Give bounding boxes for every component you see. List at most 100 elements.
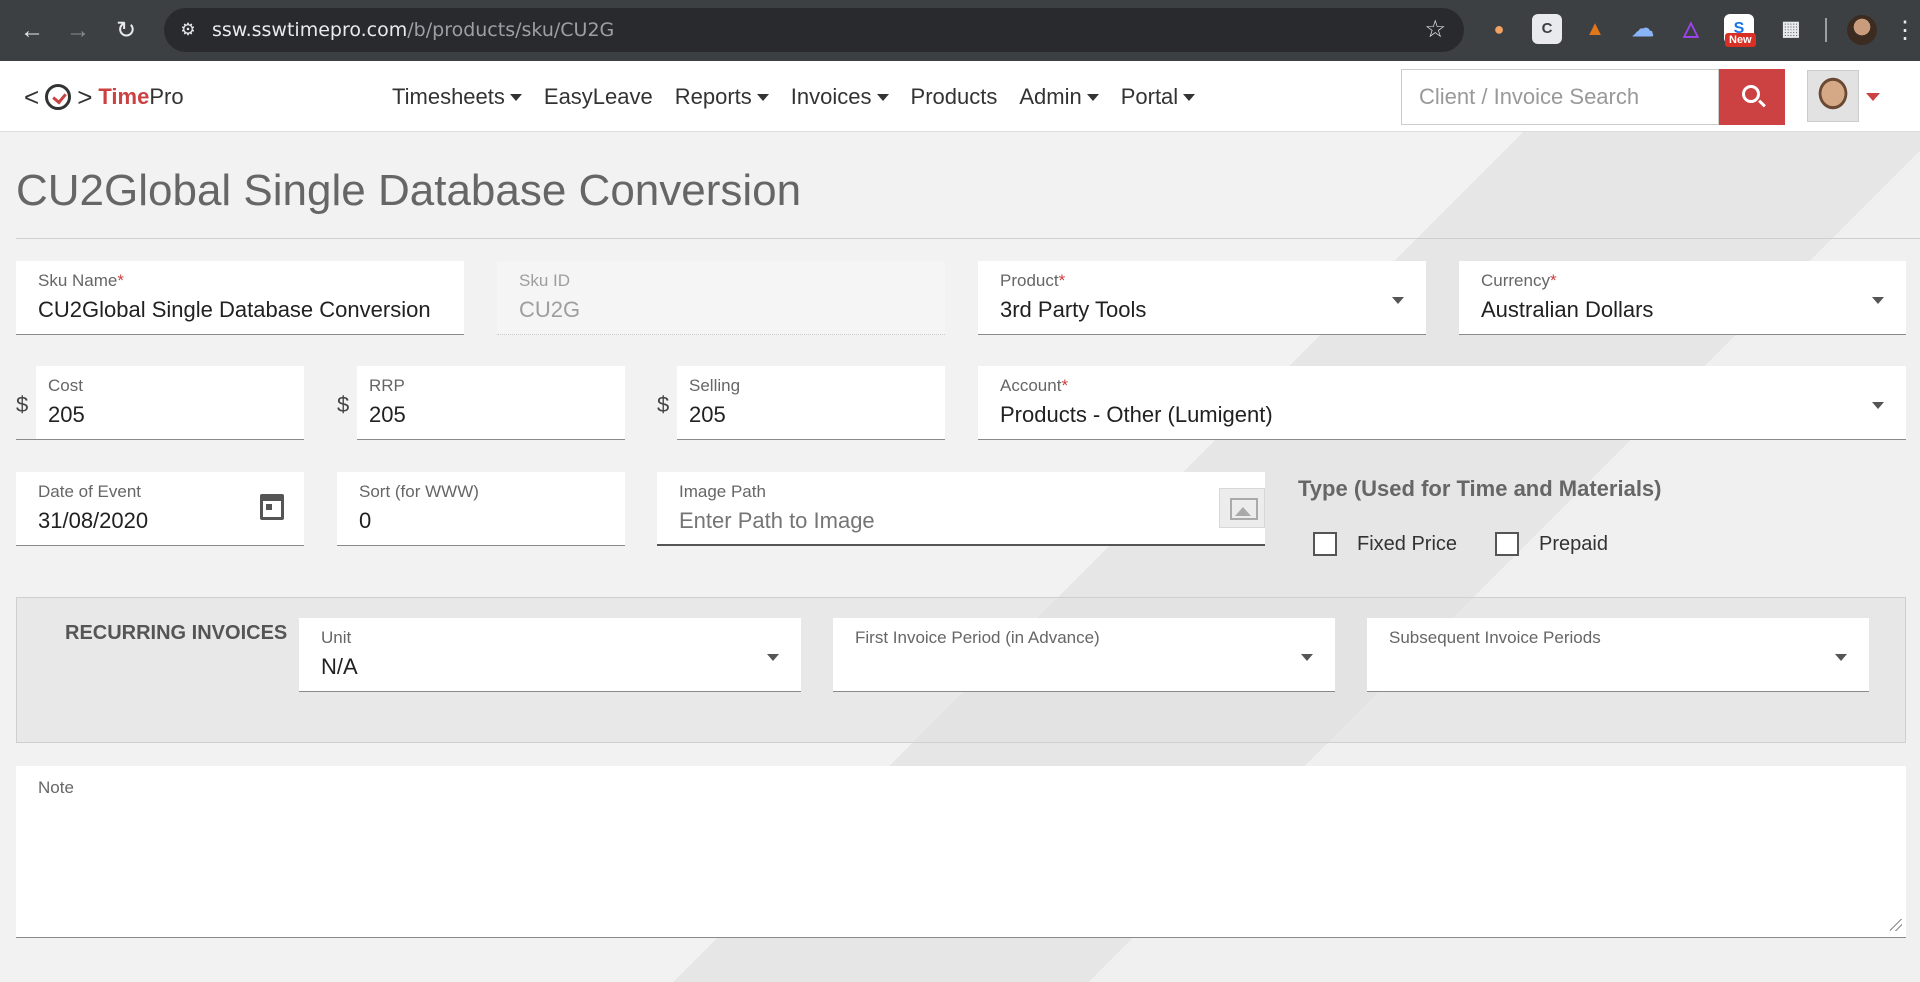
product-value: 3rd Party Tools — [1000, 297, 1147, 322]
back-icon[interactable]: ← — [14, 13, 50, 49]
note-label: Note — [38, 778, 74, 797]
nav-timesheets[interactable]: Timesheets — [392, 84, 522, 110]
note-textarea[interactable]: Note — [16, 766, 1906, 938]
url-text[interactable]: ssw.sswtimepro.com/b/products/sku/CU2G — [212, 8, 614, 52]
url-host: ssw.sswtimepro.com — [212, 19, 408, 41]
url-path: /b/products/sku/CU2G — [407, 19, 615, 41]
bookmark-star-icon[interactable]: ☆ — [1424, 16, 1446, 44]
extension-egg-icon[interactable]: ● — [1484, 14, 1514, 44]
nav-products[interactable]: Products — [911, 84, 998, 110]
nav-admin[interactable]: Admin — [1019, 83, 1099, 110]
recurring-invoices-title: RECURRING INVOICES — [65, 622, 288, 644]
sku-id-value: CU2G — [519, 297, 581, 322]
user-avatar[interactable] — [1807, 70, 1859, 122]
main-content: CU2Global Single Database Conversion Sku… — [0, 132, 1920, 982]
currency-select[interactable]: Currency* Australian Dollars — [1459, 261, 1906, 335]
nav-invoices[interactable]: Invoices — [791, 84, 889, 110]
sku-id-label: Sku ID — [519, 271, 571, 290]
selling-field[interactable]: Selling 205 — [677, 366, 945, 440]
app-header: < > Time Pro Timesheets EasyLeave Reports… — [0, 61, 1920, 132]
toolbar-divider — [1825, 18, 1827, 42]
currency-value: Australian Dollars — [1481, 297, 1654, 322]
dropdown-arrow-icon — [1301, 654, 1313, 661]
selling-value: 205 — [689, 402, 726, 427]
first-invoice-period-select[interactable]: First Invoice Period (in Advance) — [833, 618, 1335, 692]
search-icon — [1742, 85, 1760, 103]
image-path-label: Image Path — [679, 482, 766, 501]
selling-currency-prefix: $ — [657, 392, 670, 417]
nav-label: Reports — [674, 83, 752, 109]
resize-handle-icon[interactable] — [1890, 919, 1902, 931]
title-divider — [16, 238, 1920, 239]
forward-icon[interactable]: → — [60, 13, 96, 49]
sku-name-value: CU2Global Single Database Conversion — [38, 297, 431, 322]
account-select[interactable]: Account* Products - Other (Lumigent) — [978, 366, 1906, 440]
caret-down-icon — [876, 94, 889, 102]
recurring-invoices-panel: RECURRING INVOICES Unit N/A First Invoic… — [16, 597, 1906, 743]
extension-ghost-icon[interactable]: ☁ — [1628, 14, 1658, 44]
sort-field[interactable]: Sort (for WWW) 0 — [337, 472, 625, 546]
prepaid-checkbox[interactable] — [1495, 532, 1519, 556]
extensions-puzzle-icon[interactable]: ▦ — [1776, 14, 1806, 44]
browser-menu-icon[interactable]: ⋮ — [1893, 13, 1917, 49]
calendar-icon[interactable] — [260, 494, 284, 520]
unit-value: N/A — [321, 654, 358, 679]
logo-time-text: Time — [98, 84, 150, 109]
date-of-event-value: 31/08/2020 — [38, 508, 149, 533]
prepaid-label: Prepaid — [1539, 533, 1608, 555]
extension-c-icon[interactable]: C — [1532, 14, 1562, 44]
user-menu-caret-icon[interactable] — [1866, 93, 1880, 101]
rrp-currency-prefix: $ — [337, 392, 350, 417]
type-heading: Type (Used for Time and Materials) — [1298, 476, 1662, 501]
browser-toolbar: ← → ↻ ⚙ ssw.sswtimepro.com/b/products/sk… — [0, 0, 1920, 61]
date-of-event-field[interactable]: Date of Event 31/08/2020 — [16, 472, 304, 546]
metamask-fox-icon[interactable]: ▲ — [1580, 14, 1610, 44]
currency-label: Currency* — [1481, 271, 1557, 290]
logo-bracket-right: > — [77, 81, 93, 112]
unit-label: Unit — [321, 628, 352, 647]
sku-name-field[interactable]: Sku Name* CU2Global Single Database Conv… — [16, 261, 464, 335]
image-path-field[interactable]: Image Path Enter Path to Image — [657, 472, 1265, 546]
nav-label: Portal — [1120, 83, 1179, 109]
cost-value: 205 — [48, 402, 85, 427]
image-picker-icon[interactable] — [1219, 488, 1265, 528]
search-input[interactable] — [1402, 70, 1718, 124]
sku-id-field: Sku ID CU2G — [497, 261, 945, 335]
nav-portal[interactable]: Portal — [1120, 83, 1196, 110]
main-nav: Timesheets EasyLeave Reports Invoices Pr… — [392, 61, 1217, 132]
timepro-logo[interactable]: < > Time Pro — [24, 79, 184, 115]
nav-easyleave[interactable]: EasyLeave — [544, 84, 653, 110]
product-select[interactable]: Product* 3rd Party Tools — [978, 261, 1426, 335]
nav-label: Products — [910, 83, 998, 109]
nav-label: EasyLeave — [543, 83, 653, 109]
subsequent-invoice-periods-select[interactable]: Subsequent Invoice Periods — [1367, 618, 1869, 692]
sort-label: Sort (for WWW) — [359, 482, 479, 501]
product-label: Product* — [1000, 271, 1066, 290]
cost-field[interactable]: Cost 205 — [16, 366, 304, 440]
nav-label: Timesheets — [392, 83, 505, 109]
logo-bracket-left: < — [24, 81, 40, 112]
dropdown-arrow-icon — [1872, 297, 1884, 304]
unit-select[interactable]: Unit N/A — [299, 618, 801, 692]
dropdown-arrow-icon — [1392, 297, 1404, 304]
site-settings-icon[interactable]: ⚙ — [176, 18, 200, 42]
account-value: Products - Other (Lumigent) — [1000, 402, 1273, 427]
search-button[interactable] — [1719, 69, 1785, 125]
rrp-field[interactable]: RRP 205 — [357, 366, 625, 440]
account-label: Account* — [1000, 376, 1069, 395]
fixed-price-checkbox[interactable] — [1313, 532, 1337, 556]
rrp-value: 205 — [369, 402, 406, 427]
dropdown-arrow-icon — [767, 654, 779, 661]
reload-icon[interactable]: ↻ — [108, 13, 144, 49]
nav-reports[interactable]: Reports — [675, 84, 769, 110]
caret-down-icon — [1086, 94, 1099, 102]
browser-profile-avatar[interactable] — [1847, 15, 1877, 45]
cost-label: Cost — [48, 376, 83, 395]
sku-name-label: Sku Name* — [38, 271, 124, 290]
page-title: CU2Global Single Database Conversion — [16, 166, 802, 215]
extension-angular-icon[interactable]: △ — [1676, 14, 1706, 44]
address-bar[interactable]: ⚙ ssw.sswtimepro.com/b/products/sku/CU2G… — [164, 8, 1464, 52]
caret-down-icon — [1183, 94, 1196, 102]
client-invoice-search — [1401, 69, 1719, 125]
nav-label: Admin — [1019, 83, 1082, 109]
